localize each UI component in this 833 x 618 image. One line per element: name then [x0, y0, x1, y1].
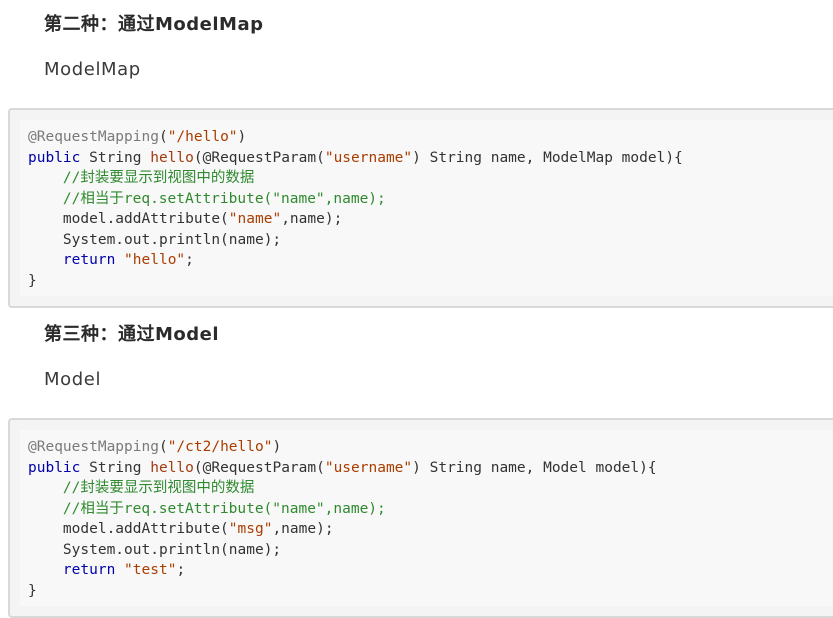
code-string: "/hello": [167, 129, 238, 145]
code-listing-model: @RequestMapping("/ct2/hello") public Stri…: [28, 437, 657, 601]
code-line: @RequestMapping("/ct2/hello"): [28, 437, 657, 458]
code-line: System.out.println(name);: [28, 540, 657, 561]
code-comment: //封装要显示到视图中的数据: [28, 170, 255, 186]
code-params: (@RequestParam(: [193, 149, 325, 166]
code-annotation: @RequestMapping: [28, 439, 159, 455]
code-line: System.out.println(name);: [28, 230, 683, 251]
code-line: return "hello";: [28, 250, 683, 271]
code-paren: (: [158, 129, 168, 145]
code-line: public String hello(@RequestParam("usern…: [28, 148, 683, 169]
code-keyword: return: [62, 252, 116, 268]
code-string: "username": [324, 149, 413, 166]
code-block-model: @RequestMapping("/ct2/hello") public Stri…: [8, 418, 833, 618]
code-line: }: [28, 271, 683, 292]
code-line: //相当于req.setAttribute("name",name);: [28, 499, 657, 520]
code-params: (@RequestParam(: [193, 459, 325, 476]
code-semicolon: ;: [176, 562, 186, 578]
code-type: String: [80, 459, 151, 476]
code-string: "hello": [124, 252, 186, 268]
code-paren: ): [237, 129, 247, 145]
code-comment: //相当于req.setAttribute("name",name);: [28, 190, 386, 207]
code-line: //封装要显示到视图中的数据: [28, 168, 683, 189]
code-statement: System.out.println(name);: [28, 231, 282, 248]
code-paren: ): [272, 439, 282, 455]
code-comment: //封装要显示到视图中的数据: [28, 480, 255, 496]
code-listing-modelmap: @RequestMapping("/hello") public String h…: [28, 127, 683, 291]
code-string: "msg": [228, 521, 273, 537]
code-statement: model.addAttribute(: [28, 211, 229, 227]
code-method-name: hello: [150, 459, 194, 476]
code-params: ) String name, ModelMap model){: [412, 149, 683, 166]
code-string: "test": [124, 562, 177, 578]
section-subtext-model: Model: [44, 369, 102, 390]
code-statement: System.out.println(name);: [28, 541, 282, 558]
code-block-modelmap: @RequestMapping("/hello") public String h…: [8, 108, 833, 308]
code-line: //相当于req.setAttribute("name",name);: [28, 189, 683, 210]
code-statement: ,name);: [272, 521, 334, 537]
code-line: public String hello(@RequestParam("usern…: [28, 458, 657, 479]
code-keyword: public: [28, 459, 81, 476]
code-line: model.addAttribute("name",name);: [28, 209, 683, 230]
code-string: "/ct2/hello": [167, 439, 273, 455]
code-keyword: public: [28, 149, 81, 166]
code-brace: }: [28, 582, 37, 599]
code-statement: model.addAttribute(: [28, 521, 229, 537]
section-heading-model: 第三种：通过Model: [44, 324, 220, 345]
code-line: }: [28, 581, 657, 602]
code-type: String: [80, 149, 151, 166]
code-line: //封装要显示到视图中的数据: [28, 478, 657, 499]
code-line: @RequestMapping("/hello"): [28, 127, 683, 148]
section-subtext-modelmap: ModelMap: [44, 59, 141, 80]
code-string: "name": [228, 211, 282, 227]
code-comment: //相当于req.setAttribute("name",name);: [28, 500, 386, 517]
code-annotation: @RequestMapping: [28, 129, 159, 145]
code-paren: (: [158, 439, 168, 455]
code-line: return "test";: [28, 560, 657, 581]
code-string: "username": [324, 459, 413, 476]
code-params: ) String name, Model model){: [412, 459, 657, 476]
code-brace: }: [28, 272, 37, 289]
code-keyword: return: [62, 562, 116, 578]
section-heading-modelmap: 第二种：通过ModelMap: [44, 14, 264, 35]
code-semicolon: ;: [185, 252, 194, 268]
code-line: model.addAttribute("msg",name);: [28, 519, 657, 540]
code-statement: ,name);: [281, 211, 343, 227]
code-method-name: hello: [150, 149, 194, 166]
